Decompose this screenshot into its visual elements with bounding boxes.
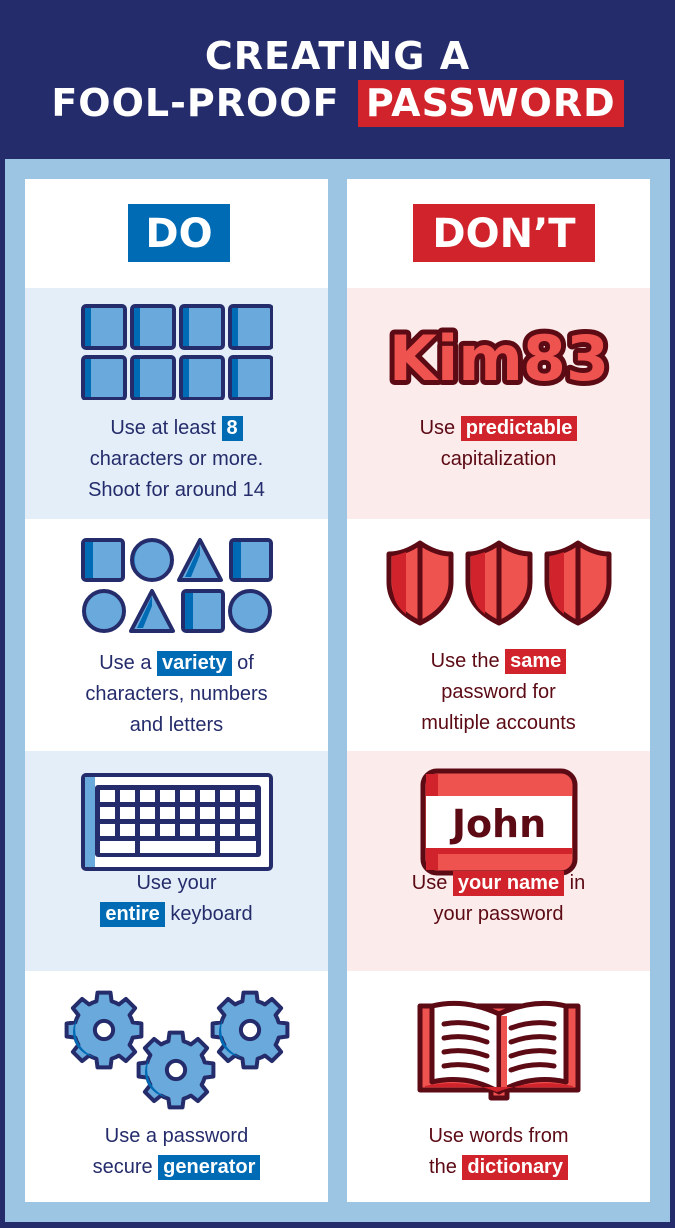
do-item-keyboard: Use your entire keyboard [25,751,328,971]
shield [465,540,532,626]
dont-panel: DON’T Kim83 Kim83 Use predictable capita… [347,179,650,1202]
key [219,841,256,853]
dont-item-dictionary-caption: Use words from the dictionary [428,1125,569,1180]
highlight-predictable: predictable [460,416,578,441]
do-item-keyboard-caption: Use your entire keyboard [25,868,328,930]
dont-item-name-caption: Use your name in your password [411,871,586,925]
dont-header: DON’T [347,179,650,288]
key [239,807,255,819]
dont-item-name: John Use your name in your password [347,751,650,971]
dont-item-dictionary: Use words from the dictionary [347,971,650,1202]
dont-item-predictable-caption: Use predictable capitalization [347,413,650,475]
key [139,824,155,836]
highlight-entire: entire [100,902,165,927]
key [179,790,195,802]
character-box [129,304,176,350]
key [119,807,135,819]
do-heading: DO [128,204,230,262]
character-box [80,304,127,350]
title-line-1: CREATING A [204,34,471,78]
spacebar-key [139,841,215,853]
dont-heading: DON’T [413,204,595,262]
shapes-variety-icon [25,537,328,635]
do-panel: DO Use at least 8 characters or more. Sh… [25,179,328,1202]
key [159,790,175,802]
do-header: DO [25,179,328,288]
svg-text:John: John [448,802,545,846]
character-box [129,355,176,400]
key [99,841,135,853]
key [199,807,215,819]
key [239,824,255,836]
gear [210,990,289,1070]
kim83-text-icon: Kim83 Kim83 [347,318,650,398]
key [159,807,175,819]
key [219,790,235,802]
do-item-variety-caption: Use a variety of characters, numbers and… [85,651,268,736]
key [179,824,195,836]
key [99,790,115,802]
key [239,790,255,802]
keyboard-icon [25,773,328,871]
character-boxes-icon [25,304,328,400]
dont-item-predictable: Kim83 Kim83 Use predictable capitalizati… [347,288,650,519]
gears-icon [25,988,328,1112]
gear [64,990,143,1070]
gear [136,1030,215,1110]
title-prefix: FOOL-PROOF [51,81,340,125]
do-item-generator-caption: Use a password secure generator [25,1121,328,1183]
key [219,807,235,819]
key [179,807,195,819]
dictionary-book-icon [347,994,650,1112]
header: CREATING A FOOL-PROOF PASSWORD [0,0,675,159]
highlight-dictionary: dictionary [462,1155,568,1180]
key [139,790,155,802]
dont-item-same-caption: Use the same password for multiple accou… [421,649,576,734]
highlight-your-name: your name [452,871,565,896]
highlight-variety: variety [157,651,232,676]
do-item-generator: Use a password secure generator [25,971,328,1202]
character-box [227,304,273,350]
key [119,790,135,802]
key [199,824,215,836]
highlight-same: same [505,649,567,674]
content-frame: DO Use at least 8 characters or more. Sh… [5,159,670,1222]
shield [544,540,611,626]
key [159,824,175,836]
name-tag-icon: John [347,768,650,876]
do-item-variety: Use a variety of characters, numbers and… [25,519,328,751]
key [119,824,135,836]
key [139,807,155,819]
do-item-length: Use at least 8 characters or more. Shoot… [25,288,328,519]
character-box [80,355,127,400]
dont-item-same: Use the same password for multiple accou… [347,519,650,751]
highlight-8: 8 [221,416,243,441]
shield [386,540,453,626]
character-box [178,304,225,350]
title-highlight: PASSWORD [357,80,624,127]
highlight-generator: generator [158,1155,261,1180]
key [219,824,235,836]
svg-text:Kim83: Kim83 [388,322,608,395]
shields-icon [347,540,650,626]
do-item-length-caption: Use at least 8 characters or more. Shoot… [88,416,265,501]
key [99,807,115,819]
title-line-2: FOOL-PROOF PASSWORD [0,80,675,127]
character-box [178,355,225,400]
key [99,824,115,836]
key [199,790,215,802]
character-box [227,355,273,400]
